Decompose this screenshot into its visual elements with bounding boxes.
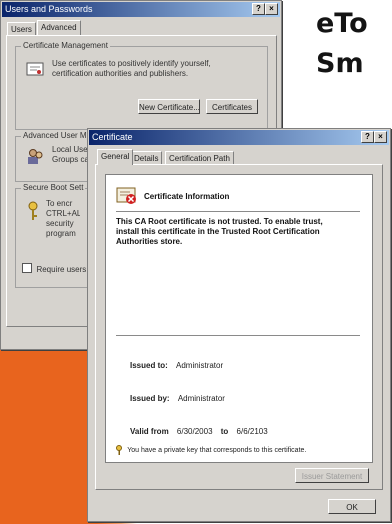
heading-line-2: Sm — [316, 48, 364, 79]
certificate-icon — [26, 62, 44, 76]
require-users-checkbox[interactable] — [22, 262, 32, 273]
certificate-dialog: Certificate ? × General Details Certific… — [87, 128, 391, 522]
users-icon — [28, 149, 43, 164]
tab-users[interactable]: Users — [7, 22, 36, 36]
back-window-titlebar: Users and Passwords — [2, 2, 280, 17]
certificate-info-title: Certificate Information — [144, 192, 230, 201]
cert-management-group: Certificate Management Use certificates … — [15, 41, 268, 130]
untrusted-warning: This CA Root certificate is not trusted.… — [116, 217, 323, 246]
valid-from-value: 6/30/2003 — [176, 427, 213, 436]
ok-button[interactable]: OK — [328, 499, 376, 514]
back-help-button[interactable]: ? — [252, 3, 265, 15]
front-help-button[interactable]: ? — [361, 131, 374, 143]
require-users-checkbox-row[interactable]: Require users — [22, 259, 86, 277]
require-users-label: Require users — [36, 265, 87, 274]
issued-by-label: Issued by: — [130, 394, 170, 403]
issued-to-value: Administrator — [176, 361, 224, 370]
certificate-warning-icon — [116, 187, 136, 204]
issued-by-value: Administrator — [177, 394, 225, 403]
valid-from-label: Valid from — [130, 427, 169, 436]
tab-advanced[interactable]: Advanced — [37, 20, 81, 36]
issued-by-row: Issued by: Administrator — [130, 394, 225, 403]
tab-general[interactable]: General — [97, 149, 134, 165]
valid-to-value: 6/6/2103 — [236, 427, 268, 436]
new-certificate-button[interactable]: New Certificate... — [138, 99, 200, 114]
validity-row: Valid from 6/30/2003 to 6/6/2103 — [130, 427, 268, 436]
private-key-note: You have a private key that corresponds … — [127, 447, 307, 455]
cert-group-label: Certificate Management — [21, 41, 110, 50]
certificates-button[interactable]: Certificates — [206, 99, 258, 114]
boot-group-label: Secure Boot Sett — [21, 183, 86, 192]
secure-boot-text: To encr CTRL+AL security program — [46, 199, 80, 238]
private-key-row: You have a private key that corresponds … — [116, 445, 306, 455]
details-divider — [116, 335, 360, 336]
heading-line-1: eTo — [316, 8, 368, 39]
issued-to-row: Issued to: Administrator — [130, 361, 223, 370]
issued-to-label: Issued to: — [130, 361, 168, 370]
cert-description: Use certificates to positively identify … — [52, 59, 211, 78]
front-window-titlebar: Certificate — [89, 130, 389, 145]
front-window-title: Certificate — [92, 132, 133, 142]
key-icon — [28, 201, 38, 220]
valid-to-label: to — [220, 427, 229, 436]
certificate-info-area: Certificate Information This CA Root cer… — [105, 174, 373, 463]
front-tab-panel: Certificate Information This CA Root cer… — [95, 164, 383, 490]
issuer-statement-button[interactable]: Issuer Statement — [295, 468, 369, 483]
info-divider — [116, 211, 360, 212]
private-key-icon — [116, 445, 122, 455]
back-close-button[interactable]: × — [265, 3, 278, 15]
tab-details[interactable]: Details — [130, 151, 163, 165]
front-close-button[interactable]: × — [374, 131, 387, 143]
page-heading: eTo Sm — [316, 4, 368, 84]
back-window-title: Users and Passwords — [5, 4, 93, 14]
tab-certification-path[interactable]: Certification Path — [165, 151, 234, 165]
